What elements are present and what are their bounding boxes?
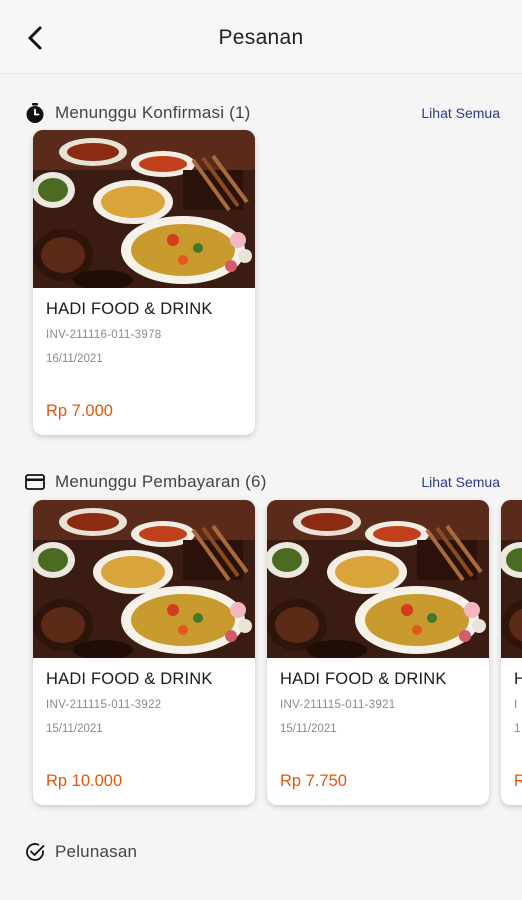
section-header-settlement: Pelunasan <box>24 839 500 865</box>
order-price: Rp 7.750 <box>280 772 347 790</box>
order-date: 1 <box>514 723 521 735</box>
app-bar: Pesanan <box>0 0 522 74</box>
page-title: Pesanan <box>218 26 304 49</box>
order-card[interactable]: HADI FOOD & DRINK INV-211115-011-3921 15… <box>267 500 489 805</box>
food-image <box>33 130 255 288</box>
order-date: 16/11/2021 <box>46 353 103 365</box>
order-price: R <box>514 772 522 790</box>
store-name: H <box>514 670 522 688</box>
see-all-link[interactable]: Lihat Semua <box>421 105 500 121</box>
section-header-waiting-payment: Menunggu Pembayaran (6) Lihat Semua <box>24 469 500 495</box>
order-date: 15/11/2021 <box>46 723 103 735</box>
stopwatch-icon <box>26 103 44 123</box>
order-price: Rp 7.000 <box>46 402 113 420</box>
order-card[interactable]: H I 1 R <box>501 500 522 805</box>
order-card[interactable]: HADI FOOD & DRINK INV-211116-011-3978 16… <box>33 130 255 435</box>
order-card[interactable]: HADI FOOD & DRINK INV-211115-011-3922 15… <box>33 500 255 805</box>
see-all-link[interactable]: Lihat Semua <box>421 474 500 490</box>
invoice-number: INV-211115-011-3921 <box>280 699 396 711</box>
invoice-number: INV-211116-011-3978 <box>46 329 162 341</box>
food-image <box>267 500 489 658</box>
store-name: HADI FOOD & DRINK <box>46 300 213 318</box>
store-name: HADI FOOD & DRINK <box>280 670 447 688</box>
payment-orders-carousel[interactable]: HADI FOOD & DRINK INV-211115-011-3922 15… <box>0 496 522 816</box>
section-title: Menunggu Pembayaran (6) <box>55 472 267 491</box>
store-name: HADI FOOD & DRINK <box>46 670 213 688</box>
invoice-number: INV-211115-011-3922 <box>46 699 162 711</box>
order-date: 15/11/2021 <box>280 723 337 735</box>
check-circle-icon <box>26 843 45 861</box>
credit-card-icon <box>25 474 45 490</box>
section-header-waiting-confirmation: Menunggu Konfirmasi (1) Lihat Semua <box>24 100 500 126</box>
food-image <box>501 500 522 658</box>
section-title: Menunggu Konfirmasi (1) <box>55 103 251 122</box>
section-title: Pelunasan <box>55 842 138 861</box>
food-image <box>33 500 255 658</box>
invoice-number: I <box>514 699 518 711</box>
order-price: Rp 10.000 <box>46 772 123 790</box>
